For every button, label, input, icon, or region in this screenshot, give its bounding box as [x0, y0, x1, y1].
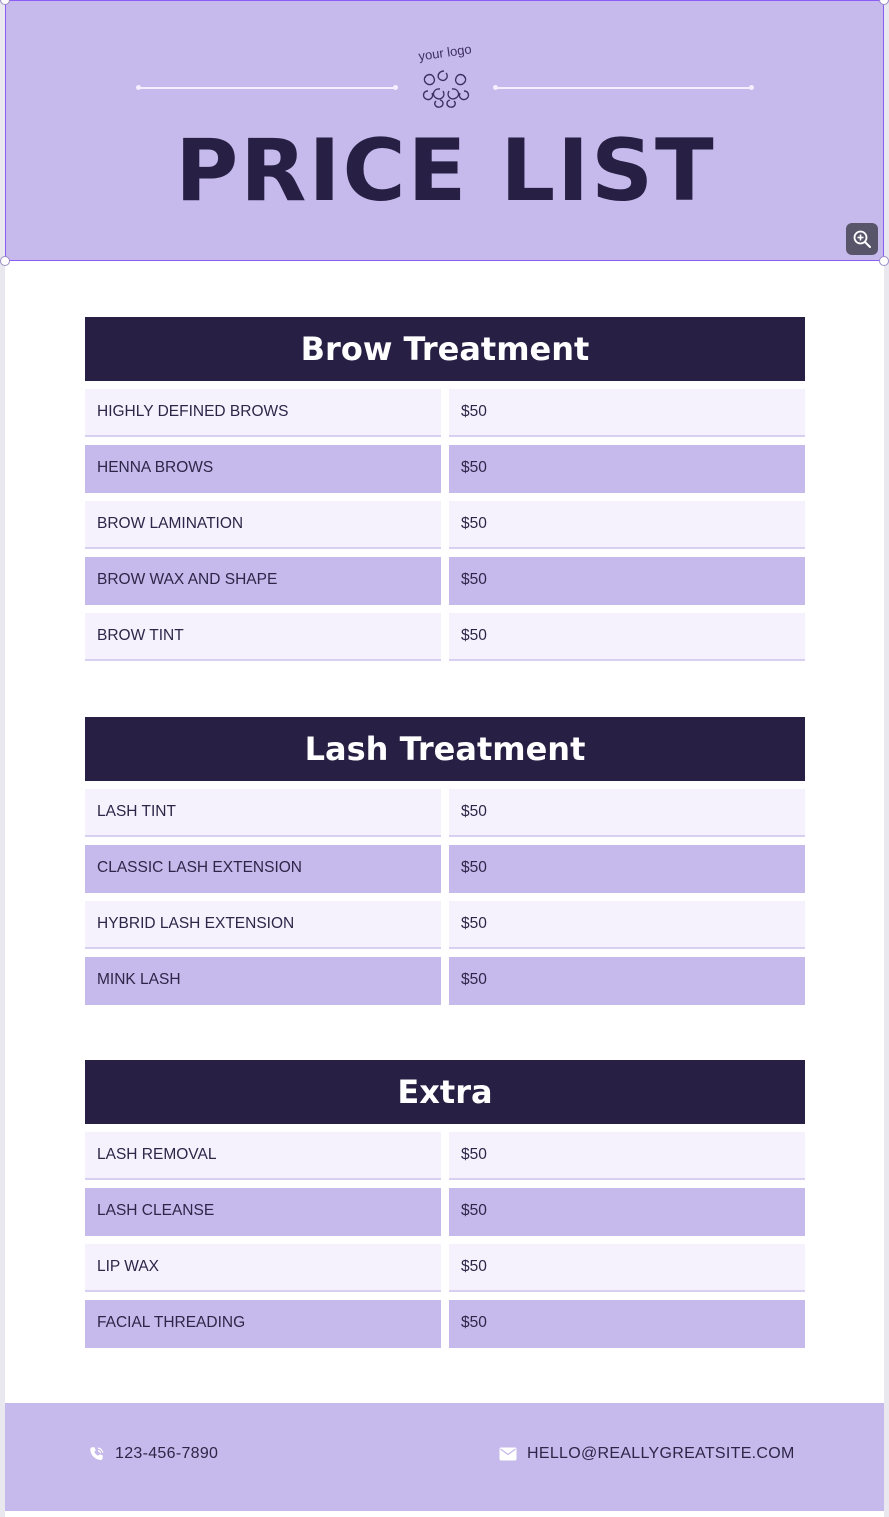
service-price: $50 — [449, 789, 805, 837]
service-name: HENNA BROWS — [85, 445, 441, 493]
phone-contact: 123-456-7890 — [89, 1445, 218, 1463]
header-banner[interactable]: your logo PRICE LIST — [5, 0, 884, 261]
service-price: $50 — [449, 557, 805, 605]
service-name: MINK LASH — [85, 957, 441, 1005]
right-divider — [493, 85, 754, 90]
service-name: FACIAL THREADING — [85, 1300, 441, 1348]
section-header-extra: Extra — [85, 1060, 805, 1124]
resize-handle-top-right[interactable] — [879, 0, 889, 5]
service-price: $50 — [449, 613, 805, 661]
table-row[interactable]: LASH TINT $50 — [85, 789, 805, 837]
service-name: BROW TINT — [85, 613, 441, 661]
table-row[interactable]: BROW TINT $50 — [85, 613, 805, 661]
page-title: PRICE LIST — [175, 121, 716, 221]
service-price: $50 — [449, 445, 805, 493]
table-row[interactable]: FACIAL THREADING $50 — [85, 1300, 805, 1348]
left-divider — [136, 85, 398, 90]
service-name: LIP WAX — [85, 1244, 441, 1292]
service-price: $50 — [449, 1244, 805, 1292]
resize-handle-bottom-left[interactable] — [0, 256, 10, 266]
table-row[interactable]: BROW WAX AND SHAPE $50 — [85, 557, 805, 605]
service-price: $50 — [449, 845, 805, 893]
table-row[interactable]: LIP WAX $50 — [85, 1244, 805, 1292]
zoom-button[interactable] — [846, 223, 878, 255]
service-name: LASH CLEANSE — [85, 1188, 441, 1236]
service-price: $50 — [449, 389, 805, 437]
zoom-in-icon — [853, 230, 871, 248]
service-name: BROW WAX AND SHAPE — [85, 557, 441, 605]
service-price: $50 — [449, 1300, 805, 1348]
service-name: HIGHLY DEFINED BROWS — [85, 389, 441, 437]
table-row[interactable]: HIGHLY DEFINED BROWS $50 — [85, 389, 805, 437]
phone-icon — [90, 1447, 104, 1461]
service-name: BROW LAMINATION — [85, 501, 441, 549]
service-price: $50 — [449, 1188, 805, 1236]
service-name: CLASSIC LASH EXTENSION — [85, 845, 441, 893]
email-contact: HELLO@REALLYGREATSITE.COM — [499, 1445, 795, 1463]
table-row[interactable]: MINK LASH $50 — [85, 957, 805, 1005]
footer-contact[interactable]: 123-456-7890 HELLO@REALLYGREATSITE.COM — [5, 1403, 884, 1511]
service-price: $50 — [449, 1132, 805, 1180]
resize-handle-bottom-right[interactable] — [879, 256, 889, 266]
service-price: $50 — [449, 501, 805, 549]
service-name: LASH REMOVAL — [85, 1132, 441, 1180]
logo: your logo — [414, 41, 476, 109]
service-price: $50 — [449, 901, 805, 949]
mail-icon — [499, 1447, 517, 1461]
table-row[interactable]: LASH CLEANSE $50 — [85, 1188, 805, 1236]
swirl-logo-icon — [422, 70, 470, 108]
email-address: HELLO@REALLYGREATSITE.COM — [527, 1445, 795, 1462]
section-header-lash-treatment: Lash Treatment — [85, 717, 805, 781]
section-header-brow-treatment: Brow Treatment — [85, 317, 805, 381]
service-price: $50 — [449, 957, 805, 1005]
service-name: HYBRID LASH EXTENSION — [85, 901, 441, 949]
table-row[interactable]: HENNA BROWS $50 — [85, 445, 805, 493]
phone-number: 123-456-7890 — [115, 1445, 219, 1462]
service-name: LASH TINT — [85, 789, 441, 837]
table-row[interactable]: CLASSIC LASH EXTENSION $50 — [85, 845, 805, 893]
table-row[interactable]: HYBRID LASH EXTENSION $50 — [85, 901, 805, 949]
price-list-page: your logo PRICE LIST Brow Treatment HIGH… — [5, 0, 884, 1517]
table-row[interactable]: LASH REMOVAL $50 — [85, 1132, 805, 1180]
table-row[interactable]: BROW LAMINATION $50 — [85, 501, 805, 549]
